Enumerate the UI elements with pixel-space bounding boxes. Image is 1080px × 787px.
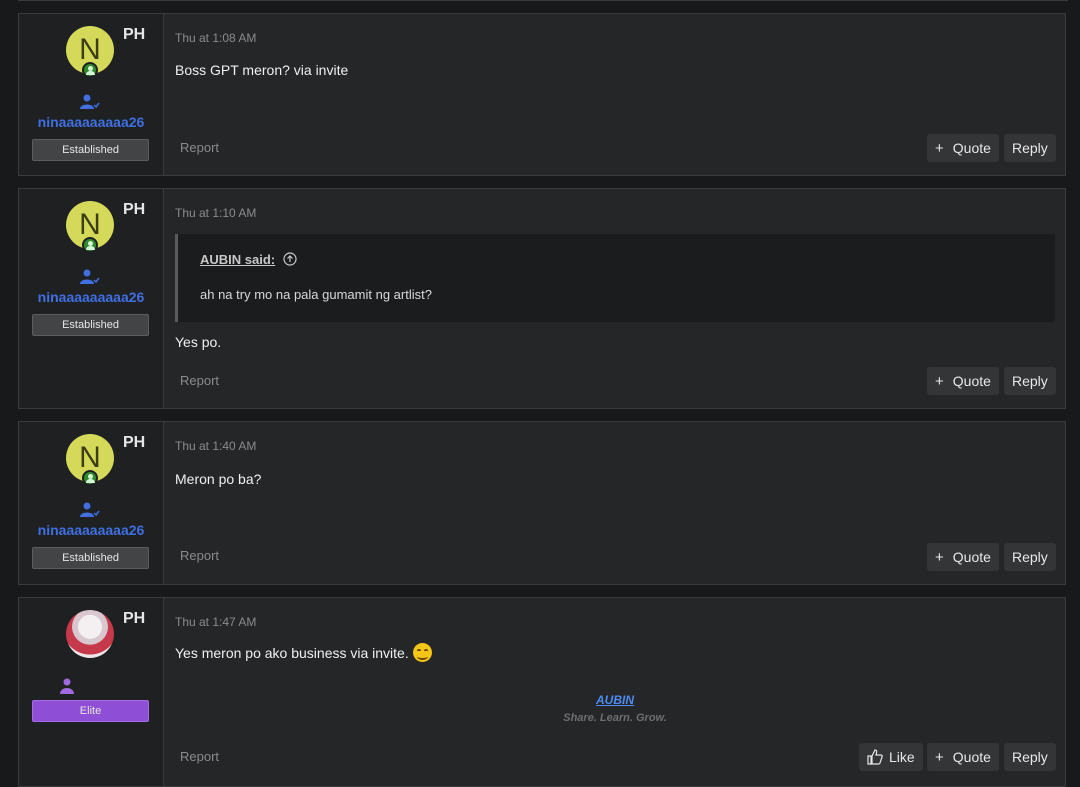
online-status-icon xyxy=(82,237,98,253)
post-timestamp[interactable]: Thu at 1:08 AM xyxy=(175,31,256,45)
user-title-badge: Established xyxy=(32,314,149,336)
quote-button[interactable]: + Quote xyxy=(927,367,999,395)
user-title-badge: Elite xyxy=(32,700,149,722)
user-check-icon xyxy=(80,502,100,517)
post-timestamp[interactable]: Thu at 1:47 AM xyxy=(175,615,256,629)
quote-label: Quote xyxy=(952,749,991,765)
country-flag: PH xyxy=(123,434,146,451)
user-check-icon xyxy=(80,269,100,284)
username-link[interactable]: ninaaaaaaaaa26 xyxy=(19,114,163,130)
post: N PH ninaaaaaaaaa26 Established Thu at 1… xyxy=(18,188,1066,409)
post-timestamp[interactable]: Thu at 1:40 AM xyxy=(175,439,256,453)
post-message: Yes meron po ako business via invite. xyxy=(175,643,432,664)
report-link[interactable]: Report xyxy=(180,373,219,388)
quote-label: Quote xyxy=(952,549,991,565)
plus-icon: + xyxy=(935,749,944,766)
username-link[interactable]: ninaaaaaaaaa26 xyxy=(19,522,163,538)
post-message: Boss GPT meron? via invite xyxy=(175,62,349,78)
avatar[interactable] xyxy=(66,610,114,658)
quote-block: AUBIN said: ah na try mo na pala gumamit… xyxy=(175,234,1055,322)
plus-icon: + xyxy=(935,549,944,566)
signature-link[interactable]: AUBIN xyxy=(175,693,1055,707)
signature-tagline: Share. Learn. Grow. xyxy=(563,712,667,724)
reply-button[interactable]: Reply xyxy=(1004,543,1056,571)
username-link[interactable]: ninaaaaaaaaa26 xyxy=(19,289,163,305)
quote-button[interactable]: + Quote xyxy=(927,134,999,162)
plus-icon: + xyxy=(935,140,944,157)
quote-text: ah na try mo na pala gumamit ng artlist? xyxy=(200,287,432,302)
country-flag: PH xyxy=(123,201,146,218)
online-status-icon xyxy=(82,62,98,78)
arrow-up-circle-icon[interactable] xyxy=(283,252,297,266)
elite-user-icon xyxy=(60,678,74,694)
previous-post-edge xyxy=(18,0,1068,1)
quote-author-link[interactable]: AUBIN said: xyxy=(200,252,275,267)
user-panel: N PH ninaaaaaaaaa26 Established xyxy=(19,14,164,175)
smile-emoji-icon xyxy=(412,643,432,662)
reply-button[interactable]: Reply xyxy=(1004,134,1056,162)
country-flag: PH xyxy=(123,26,146,43)
thumbs-up-icon xyxy=(867,749,883,765)
post: N PH ninaaaaaaaaa26 Established Thu at 1… xyxy=(18,13,1066,176)
quote-button[interactable]: + Quote xyxy=(927,543,999,571)
like-button[interactable]: Like xyxy=(859,743,923,771)
post-message-text: Yes meron po ako business via invite. xyxy=(175,645,409,662)
like-label: Like xyxy=(889,749,915,765)
user-panel: N PH ninaaaaaaaaa26 Established xyxy=(19,189,164,408)
user-title-badge: Established xyxy=(32,139,149,161)
user-title-badge: Established xyxy=(32,547,149,569)
report-link[interactable]: Report xyxy=(180,548,219,563)
report-link[interactable]: Report xyxy=(180,140,219,155)
user-check-icon xyxy=(80,94,100,109)
quote-label: Quote xyxy=(952,140,991,156)
country-flag: PH xyxy=(123,610,146,627)
signature: AUBIN Share. Learn. Grow. xyxy=(175,693,1055,733)
quote-label: Quote xyxy=(952,373,991,389)
post-message: Meron po ba? xyxy=(175,471,262,487)
online-status-icon xyxy=(82,470,98,486)
post: N PH ninaaaaaaaaa26 Established Thu at 1… xyxy=(18,421,1066,585)
plus-icon: + xyxy=(935,373,944,390)
report-link[interactable]: Report xyxy=(180,749,219,764)
post-timestamp[interactable]: Thu at 1:10 AM xyxy=(175,206,256,220)
post-message: Yes po. xyxy=(175,334,222,350)
user-panel: N PH ninaaaaaaaaa26 Established xyxy=(19,422,164,584)
post: PH AUBIN Elite Thu at 1:47 AM Yes meron … xyxy=(18,597,1066,787)
user-panel: PH AUBIN Elite xyxy=(19,598,164,786)
reply-button[interactable]: Reply xyxy=(1004,743,1056,771)
quote-button[interactable]: + Quote xyxy=(927,743,999,771)
reply-button[interactable]: Reply xyxy=(1004,367,1056,395)
